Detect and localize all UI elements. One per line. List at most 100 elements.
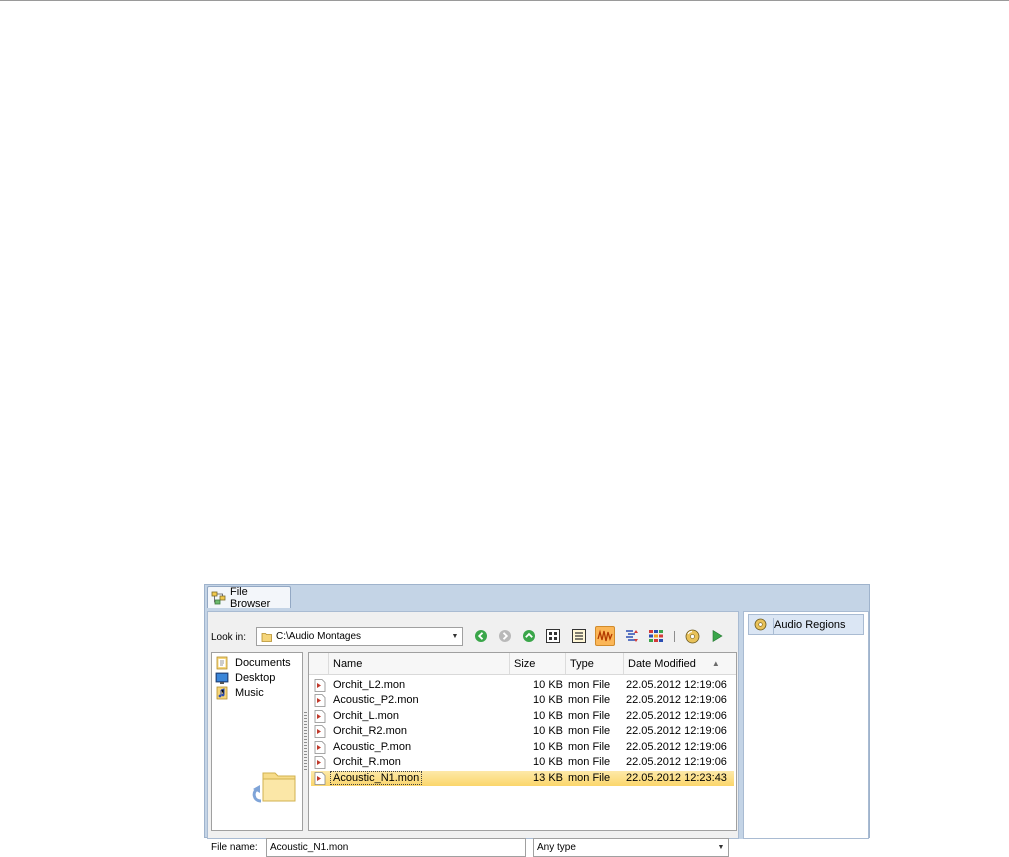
file-browser-tab[interactable]: File Browser [207, 585, 291, 610]
mon-file-icon [314, 725, 326, 741]
file-browser-tab-label: File Browser [230, 585, 271, 610]
toolbar-separator [674, 631, 675, 642]
place-label: Music [235, 687, 264, 699]
places-panel: Documents Desktop Music [211, 652, 303, 831]
look-in-dropdown[interactable]: C:\Audio Montages ▼ [256, 627, 463, 646]
column-header-size-label: Size [514, 657, 536, 670]
file-name: Orchit_R.mon [333, 756, 401, 768]
folder-back-icon [249, 765, 297, 808]
file-size: 13 KB [533, 772, 563, 784]
file-list: Name Size Type Date Modified ▲ Orchit_L2.… [308, 652, 737, 831]
file-size: 10 KB [533, 725, 563, 737]
desktop-icon [215, 672, 229, 684]
documents-icon [216, 656, 228, 670]
file-type: mon File [568, 756, 611, 768]
file-type: mon File [568, 679, 611, 691]
details-view-button[interactable] [569, 626, 589, 646]
disc-button[interactable] [682, 626, 702, 646]
chevron-down-icon[interactable]: ▼ [448, 628, 462, 645]
file-type-value: Any type [537, 842, 576, 853]
audio-regions-tab[interactable]: Audio Regions [748, 614, 864, 635]
up-folder-button[interactable] [519, 626, 539, 646]
file-list-header: Name Size Type Date Modified ▲ [309, 653, 736, 675]
file-row[interactable]: Acoustic_P.mon 10 KB mon File 22.05.2012… [311, 740, 734, 755]
place-music[interactable]: Music [215, 686, 264, 700]
list-view-button[interactable] [543, 626, 563, 646]
file-name: Acoustic_N1.mon [329, 771, 423, 785]
file-name: Orchit_L.mon [333, 710, 400, 722]
file-date: 22.05.2012 12:19:06 [626, 741, 727, 753]
file-type: mon File [568, 694, 611, 706]
top-divider-line [0, 0, 1009, 1]
file-row-selected[interactable]: Acoustic_N1.mon 13 KB mon File 22.05.201… [311, 771, 734, 786]
file-row[interactable]: Orchit_L.mon 10 KB mon File 22.05.2012 1… [311, 709, 734, 724]
file-name-field[interactable] [266, 838, 526, 857]
file-name: Acoustic_P.mon [333, 741, 412, 753]
chevron-down-icon[interactable]: ▼ [714, 839, 728, 856]
sort-button[interactable] [622, 626, 642, 646]
column-header-size[interactable]: Size [510, 653, 566, 674]
forward-button[interactable] [495, 626, 515, 646]
sort-ascending-icon: ▲ [711, 659, 720, 668]
file-size: 10 KB [533, 741, 563, 753]
play-icon [712, 629, 723, 643]
column-header-date-label: Date Modified [628, 657, 696, 670]
file-name: Orchit_R2.mon [333, 725, 407, 737]
music-folder-icon [216, 686, 228, 700]
audio-regions-tab-label: Audio Regions [774, 618, 846, 631]
file-name: Acoustic_P2.mon [333, 694, 419, 706]
waveform-icon [597, 629, 613, 642]
file-size: 10 KB [533, 679, 563, 691]
file-name-label: File name: [211, 842, 258, 853]
file-browser-panel: Look in: C:\Audio Montages ▼ Documents D… [207, 611, 739, 857]
column-header-type-label: Type [570, 657, 594, 670]
column-icon-header [309, 653, 329, 674]
column-header-date[interactable]: Date Modified ▲ [624, 653, 736, 674]
audio-regions-icon [754, 618, 767, 631]
audio-regions-panel: Audio Regions [743, 611, 869, 839]
place-documents[interactable]: Documents [215, 656, 291, 670]
column-header-name[interactable]: Name [329, 653, 510, 674]
file-size: 10 KB [533, 710, 563, 722]
file-size: 10 KB [533, 756, 563, 768]
file-type-dropdown[interactable]: Any type ▼ [533, 838, 729, 857]
place-desktop[interactable]: Desktop [215, 671, 275, 685]
up-folder-icon [523, 630, 535, 642]
file-date: 22.05.2012 12:19:06 [626, 725, 727, 737]
grid-icon [649, 630, 663, 642]
look-in-path: C:\Audio Montages [276, 631, 362, 642]
disc-icon [685, 629, 699, 643]
waveform-view-button[interactable] [595, 626, 615, 646]
place-label: Desktop [235, 672, 276, 684]
grid-view-button[interactable] [646, 626, 666, 646]
file-date: 22.05.2012 12:19:06 [626, 756, 727, 768]
file-type: mon File [568, 772, 611, 784]
column-header-type[interactable]: Type [566, 653, 624, 674]
folder-icon [261, 631, 273, 643]
file-type: mon File [568, 710, 611, 722]
play-button[interactable] [707, 626, 727, 646]
file-row[interactable]: Orchit_R.mon 10 KB mon File 22.05.2012 1… [311, 755, 734, 770]
file-type: mon File [568, 741, 611, 753]
column-header-name-label: Name [333, 657, 363, 670]
file-size: 10 KB [533, 694, 563, 706]
file-name: Orchit_L2.mon [333, 679, 406, 691]
file-date: 22.05.2012 12:19:06 [626, 694, 727, 706]
mon-file-icon [314, 772, 326, 788]
tab-divider [773, 618, 774, 635]
back-button[interactable] [471, 626, 491, 646]
sort-icon [626, 630, 638, 642]
file-row[interactable]: Acoustic_P2.mon 10 KB mon File 22.05.201… [311, 693, 734, 708]
back-icon [475, 630, 487, 642]
mon-file-icon [314, 756, 326, 772]
file-row[interactable]: Orchit_L2.mon 10 KB mon File 22.05.2012 … [311, 678, 734, 693]
file-type: mon File [568, 725, 611, 737]
splitter-grip[interactable] [304, 712, 307, 772]
look-in-label: Look in: [211, 632, 247, 643]
file-browser-tab-icon [211, 591, 227, 605]
list-view-icon [546, 629, 560, 643]
file-row[interactable]: Orchit_R2.mon 10 KB mon File 22.05.2012 … [311, 724, 734, 739]
forward-icon [499, 630, 511, 642]
mon-file-icon [314, 694, 326, 710]
file-date: 22.05.2012 12:23:43 [626, 772, 727, 784]
